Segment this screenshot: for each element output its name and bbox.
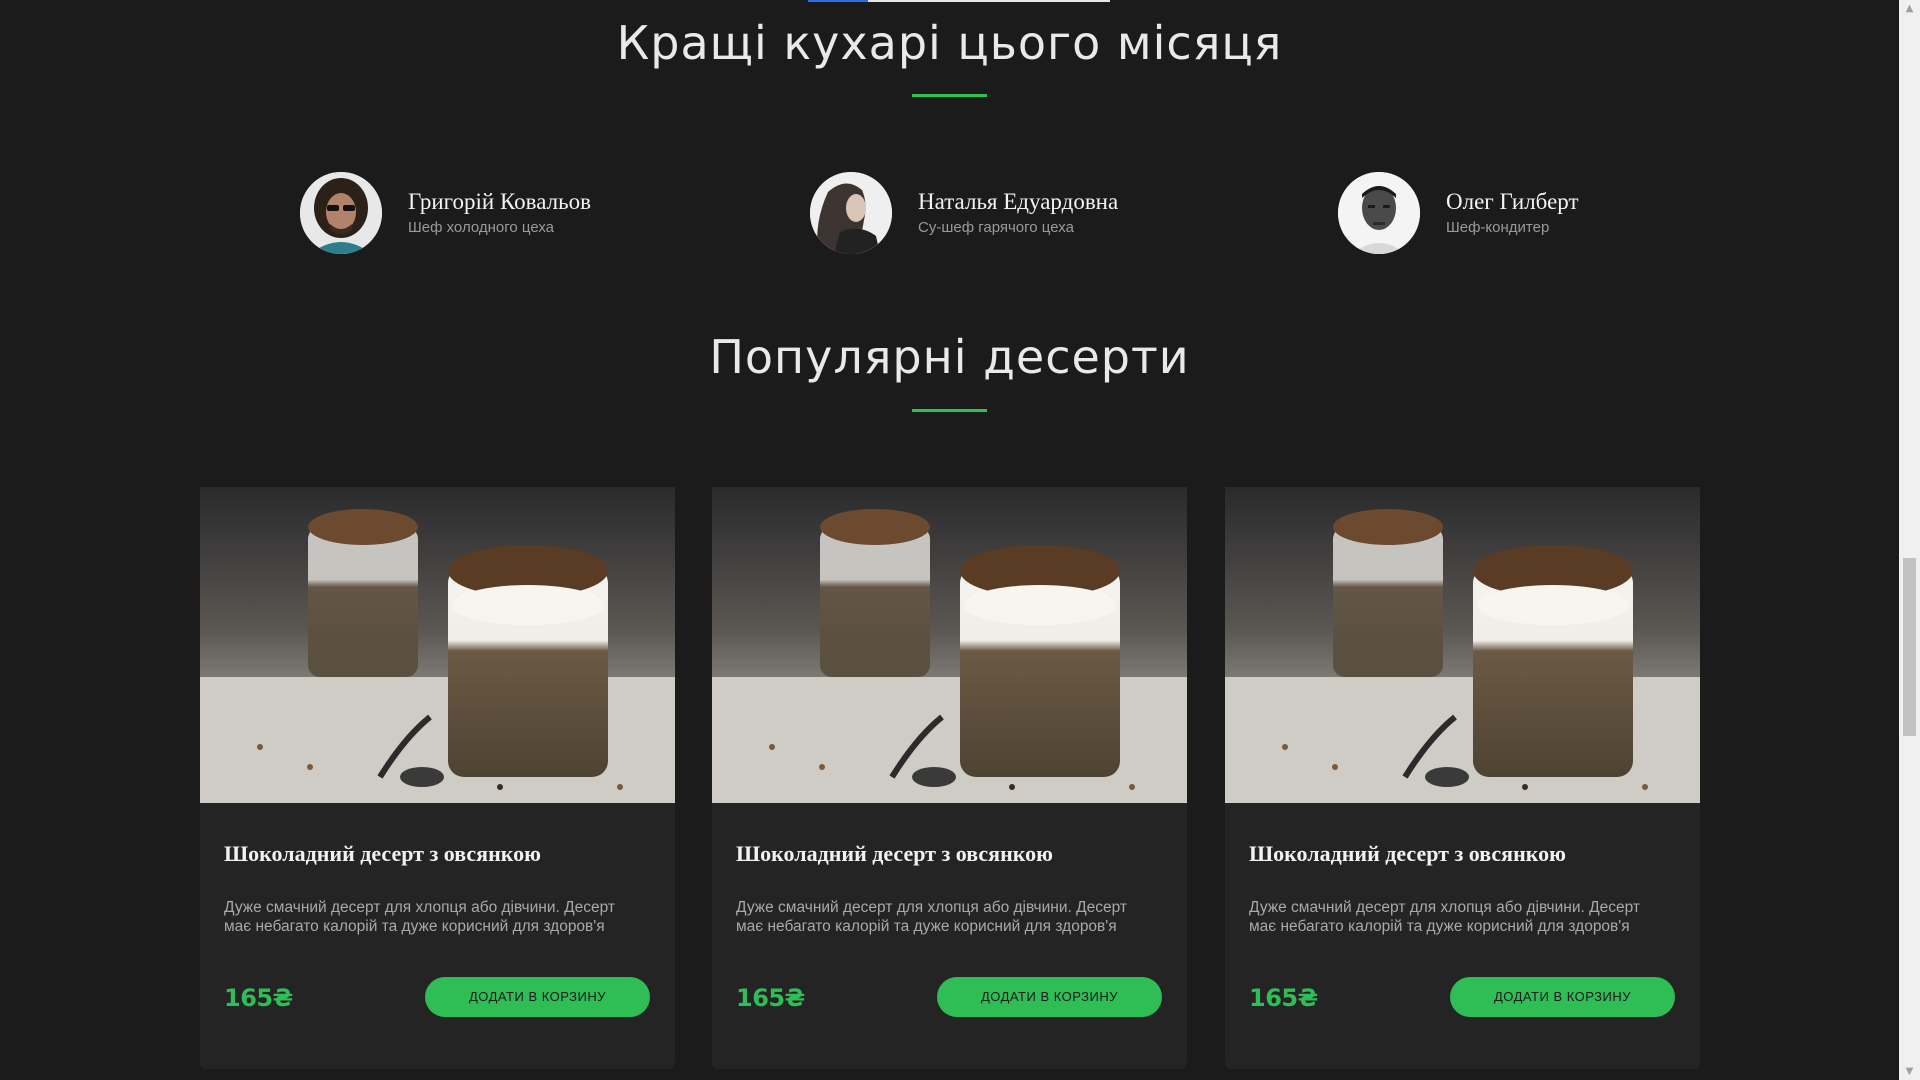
chef-card: Олег Гилберт Шеф-кондитер bbox=[1338, 172, 1579, 254]
chef-role: Шеф холодного цеха bbox=[408, 219, 555, 236]
chef-avatar-photo-icon bbox=[810, 172, 892, 254]
dessert-image bbox=[1225, 487, 1700, 803]
page-scrollbar[interactable]: ▲ ▼ bbox=[1899, 0, 1920, 1080]
add-to-cart-button[interactable]: ДОДАТИ В КОРЗИНУ bbox=[1450, 977, 1675, 1017]
chef-card: Наталья Едуардовна Су-шеф гарячого цеха bbox=[810, 172, 1118, 254]
dessert-price: 165₴ bbox=[736, 984, 805, 1012]
chef-card: Григорій Ковальов Шеф холодного цеха bbox=[300, 172, 591, 254]
dessert-description: Дуже смачний десерт для хлопця або дівчи… bbox=[1249, 899, 1640, 935]
dessert-title: Шоколадний десерт з овсянкою bbox=[736, 841, 1053, 866]
chef-avatar-photo-icon bbox=[1338, 172, 1420, 254]
dessert-price: 165₴ bbox=[224, 984, 293, 1012]
scroll-up-arrow-icon[interactable]: ▲ bbox=[1899, 0, 1920, 17]
chef-name: Наталья Едуардовна bbox=[918, 189, 1119, 214]
chef-avatar bbox=[1338, 172, 1420, 254]
dessert-description: Дуже смачний десерт для хлопця або дівчи… bbox=[736, 899, 1127, 935]
underline-accent-segment bbox=[808, 0, 868, 2]
dessert-image bbox=[712, 487, 1187, 803]
chefs-section-title: Кращі кухарі цього місяця bbox=[616, 16, 1283, 70]
chefs-title-underline bbox=[912, 94, 987, 97]
dessert-title: Шоколадний десерт з овсянкою bbox=[224, 841, 541, 866]
chef-role: Су-шеф гарячого цеха bbox=[918, 219, 1074, 236]
dessert-description: Дуже смачний десерт для хлопця або дівчи… bbox=[224, 899, 615, 935]
chef-role: Шеф-кондитер bbox=[1446, 219, 1550, 236]
scroll-down-arrow-icon[interactable]: ▼ bbox=[1899, 1063, 1920, 1080]
add-to-cart-button[interactable]: ДОДАТИ В КОРЗИНУ bbox=[937, 977, 1162, 1017]
desserts-title-underline bbox=[912, 409, 987, 412]
dessert-image bbox=[200, 487, 675, 803]
chef-avatar bbox=[300, 172, 382, 254]
chef-avatar bbox=[810, 172, 892, 254]
previous-section-underline bbox=[808, 0, 1110, 2]
dessert-price: 165₴ bbox=[1249, 984, 1318, 1012]
scrollbar-thumb[interactable] bbox=[1903, 558, 1916, 736]
underline-segment bbox=[868, 0, 1110, 2]
dessert-card: Шоколадний десерт з овсянкою Дуже смачни… bbox=[200, 487, 675, 1069]
dessert-card: Шоколадний десерт з овсянкою Дуже смачни… bbox=[712, 487, 1187, 1069]
add-to-cart-button[interactable]: ДОДАТИ В КОРЗИНУ bbox=[425, 977, 650, 1017]
chef-avatar-photo-icon bbox=[300, 172, 382, 254]
dessert-title: Шоколадний десерт з овсянкою bbox=[1249, 841, 1566, 866]
chef-name: Олег Гилберт bbox=[1446, 189, 1579, 214]
chef-name: Григорій Ковальов bbox=[408, 189, 591, 214]
page: Кращі кухарі цього місяця Григорій Ковал… bbox=[0, 0, 1920, 1080]
dessert-card: Шоколадний десерт з овсянкою Дуже смачни… bbox=[1225, 487, 1700, 1069]
desserts-section-title: Популярні десерти bbox=[709, 330, 1190, 384]
